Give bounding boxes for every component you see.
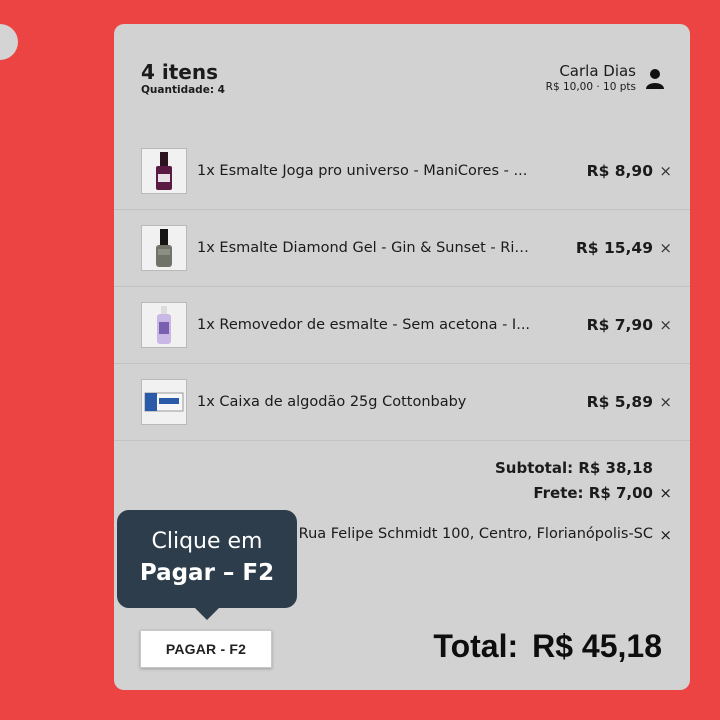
- tooltip-line-2: Pagar – F2: [139, 560, 275, 586]
- total-value: R$ 45,18: [532, 628, 662, 664]
- pay-button[interactable]: PAGAR - F2: [140, 630, 272, 668]
- customer-meta: R$ 10,00 · 10 pts: [545, 81, 636, 93]
- item-name: 1x Esmalte Joga pro universo - ManiCores…: [197, 163, 528, 179]
- item-name: 1x Removedor de esmalte - Sem acetona - …: [197, 317, 531, 333]
- item-price: R$ 8,90: [586, 162, 653, 180]
- cart-item: 1x Removedor de esmalte - Sem acetona - …: [114, 287, 690, 364]
- item-price: R$ 5,89: [586, 393, 653, 411]
- remove-item-icon[interactable]: ×: [659, 239, 672, 257]
- cart-item: 1x Caixa de algodão 25g Cottonbaby R$ 5,…: [114, 364, 690, 441]
- subtotal: Subtotal: R$ 38,18: [494, 459, 653, 477]
- remove-shipping-icon[interactable]: ×: [659, 484, 672, 502]
- order-total: Total: R$ 45,18: [433, 628, 662, 665]
- shipping-fee: Frete: R$ 7,00: [533, 484, 653, 502]
- cart-item: 1x Esmalte Diamond Gel - Gin & Sunset - …: [114, 210, 690, 287]
- nail-polish-purple-thumbnail: [141, 148, 187, 194]
- user-icon: [646, 69, 664, 89]
- item-name: 1x Esmalte Diamond Gel - Gin & Sunset - …: [197, 240, 532, 256]
- delivery-address: Rua Felipe Schmidt 100, Centro, Florianó…: [298, 526, 653, 542]
- tooltip-line-1: Clique em: [151, 529, 263, 554]
- customer-name: Carla Dias: [559, 62, 636, 80]
- item-price: R$ 15,49: [575, 239, 653, 257]
- pay-hint-tooltip: Clique em Pagar – F2: [117, 510, 297, 620]
- remove-item-icon[interactable]: ×: [659, 393, 672, 411]
- cart-item: 1x Esmalte Joga pro universo - ManiCores…: [114, 133, 690, 210]
- remover-bottle-thumbnail: [141, 302, 187, 348]
- total-label: Total:: [433, 628, 519, 664]
- remove-item-icon[interactable]: ×: [659, 162, 672, 180]
- cart-header: 4 itens Quantidade: 4 Carla Dias R$ 10,0…: [141, 60, 664, 110]
- remove-address-icon[interactable]: ×: [659, 526, 672, 544]
- item-price: R$ 7,90: [586, 316, 653, 334]
- side-handle[interactable]: [0, 24, 18, 60]
- cart-items-list: 1x Esmalte Joga pro universo - ManiCores…: [114, 133, 690, 441]
- customer-info[interactable]: Carla Dias R$ 10,00 · 10 pts: [546, 62, 664, 93]
- nail-polish-gray-thumbnail: [141, 225, 187, 271]
- cotton-box-thumbnail: [141, 379, 187, 425]
- item-name: 1x Caixa de algodão 25g Cottonbaby: [197, 394, 467, 410]
- remove-item-icon[interactable]: ×: [659, 316, 672, 334]
